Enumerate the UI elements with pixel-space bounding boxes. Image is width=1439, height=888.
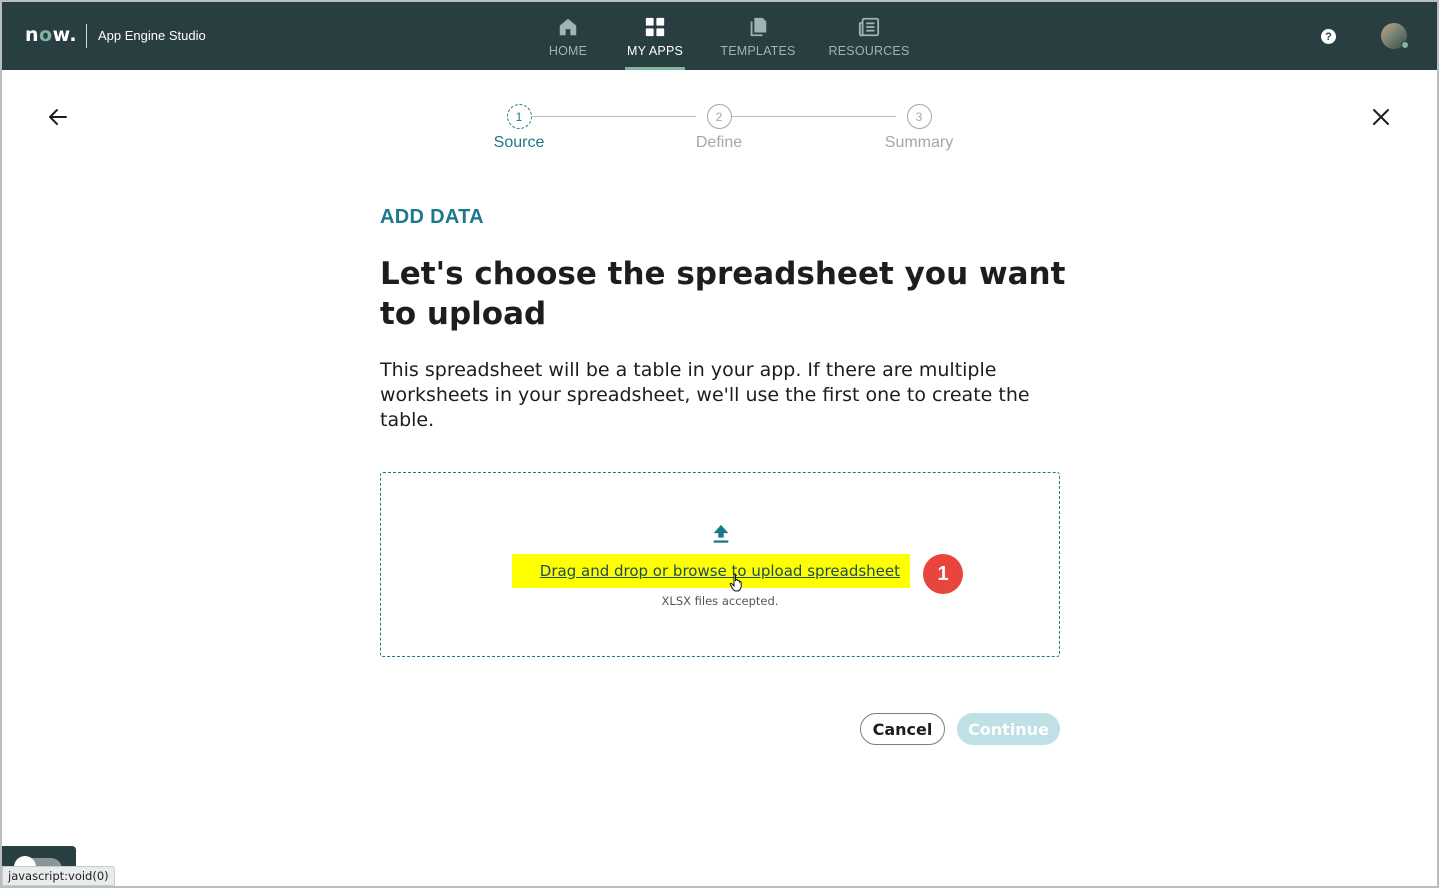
nav-home-label: HOME — [548, 44, 588, 58]
nav-templates-label: TEMPLATES — [720, 44, 796, 58]
section-eyebrow: ADD DATA — [380, 206, 484, 228]
step-number: 3 — [906, 104, 932, 129]
step-summary: 3 Summary — [859, 104, 979, 152]
nav-my-apps[interactable]: MY APPS — [625, 2, 685, 70]
nav-resources-label: RESOURCES — [828, 44, 910, 58]
accepted-file-types: XLSX files accepted. — [661, 594, 779, 608]
presence-dot — [1401, 41, 1409, 49]
home-icon — [559, 18, 577, 36]
status-bar-url: javascript:void(0) — [2, 866, 115, 886]
step-number: 1 — [506, 104, 532, 129]
nav-templates[interactable]: TEMPLATES — [719, 2, 797, 70]
help-icon[interactable]: ? — [1321, 29, 1336, 44]
logo-divider — [86, 24, 87, 48]
upload-link-highlight: Drag and drop or browse to upload spread… — [512, 554, 910, 588]
step-label: Define — [695, 134, 743, 151]
nav-home[interactable]: HOME — [542, 2, 594, 70]
upload-icon — [713, 524, 729, 543]
back-arrow-icon[interactable] — [46, 105, 70, 129]
step-source: 1 Source — [459, 104, 579, 152]
step-label: Summary — [884, 134, 954, 151]
app-title[interactable]: App Engine Studio — [98, 28, 206, 43]
copy-icon — [750, 17, 767, 37]
cancel-button[interactable]: Cancel — [860, 713, 945, 745]
newspaper-icon — [858, 17, 880, 37]
nav-my-apps-label: MY APPS — [626, 44, 684, 58]
browse-upload-link[interactable]: Drag and drop or browse to upload spread… — [540, 562, 900, 580]
step-label: Source — [493, 134, 545, 151]
hand-cursor-icon — [729, 573, 742, 592]
step-number: 2 — [706, 104, 732, 129]
upload-dropzone[interactable]: Drag and drop or browse to upload spread… — [380, 472, 1060, 657]
user-avatar[interactable] — [1381, 23, 1409, 49]
step-define: 2 Define — [659, 104, 779, 152]
servicenow-logo[interactable]: now. — [25, 24, 77, 48]
nav-resources[interactable]: RESOURCES — [829, 2, 909, 70]
top-nav-bar: now. App Engine Studio HOME MY APPS TEMP… — [2, 2, 1437, 70]
continue-button[interactable]: Continue — [957, 713, 1060, 745]
grid-icon — [645, 17, 665, 37]
close-icon[interactable] — [1369, 105, 1393, 129]
active-nav-indicator — [625, 67, 685, 70]
app-window: now. App Engine Studio HOME MY APPS TEMP… — [2, 2, 1437, 886]
page-description: This spreadsheet will be a table in your… — [380, 359, 1030, 431]
page-title: Let's choose the spreadsheet you want to… — [380, 256, 1066, 332]
step-badge: 1 — [923, 554, 963, 594]
